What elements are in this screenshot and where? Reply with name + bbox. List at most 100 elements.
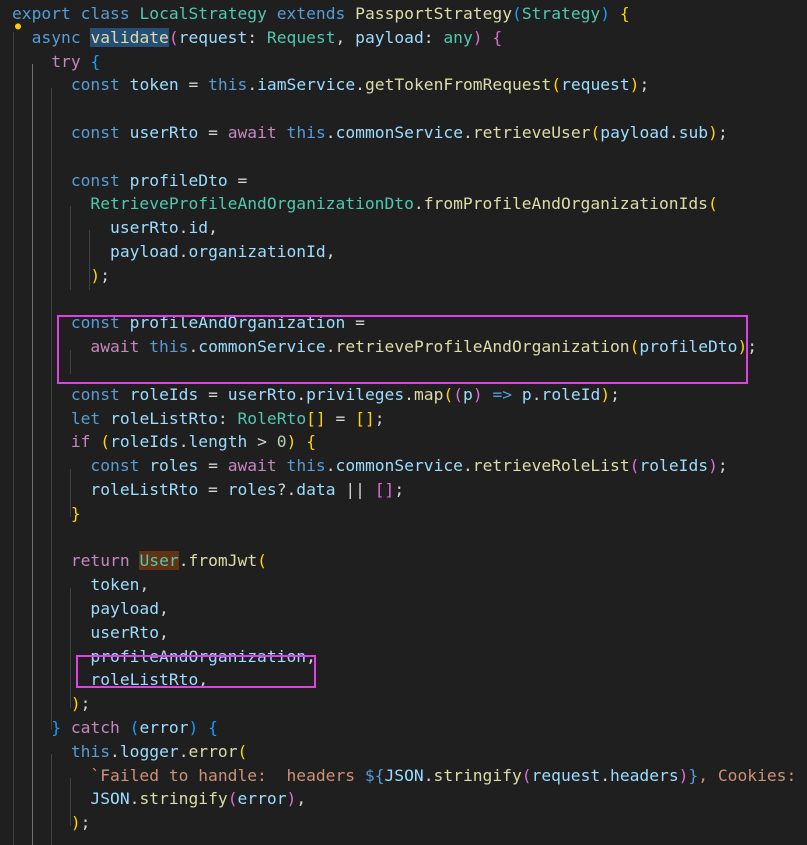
code-token: class (80, 4, 130, 23)
code-line[interactable]: const roles = await this.commonService.r… (12, 454, 727, 478)
code-line[interactable]: let roleListRto: RoleRto[] = []; (12, 407, 385, 431)
code-token: roleListRto (110, 408, 218, 428)
code-token: ) (678, 765, 689, 785)
code-line[interactable]: userRto, (12, 621, 169, 645)
code-token: . (325, 456, 336, 476)
code-token: ( (521, 765, 532, 785)
code-token: stringify (433, 765, 522, 785)
code-line[interactable]: const token = this.iamService.getTokenFr… (12, 73, 649, 97)
code-token: this (286, 123, 326, 142)
code-token: validate (90, 27, 169, 47)
code-line[interactable]: async validate(request: Request, payload… (12, 26, 502, 50)
code-line[interactable]: payload.organizationId, (12, 240, 335, 264)
code-token: length (188, 432, 248, 452)
code-token: . (296, 384, 307, 404)
code-line[interactable]: } catch (error) { (12, 716, 218, 740)
code-line[interactable]: JSON.stringify(error), (12, 787, 306, 811)
code-line[interactable]: token, (12, 573, 149, 597)
code-token: roleId (541, 384, 601, 404)
code-token: ${ (364, 765, 385, 785)
code-token: ( (237, 741, 248, 761)
code-token: ( (129, 718, 140, 737)
code-token: roleIds (110, 432, 179, 452)
code-line[interactable]: ); (12, 811, 91, 835)
code-token: payload (90, 599, 160, 618)
code-token: token (129, 75, 179, 95)
code-line[interactable]: const profileDto = (12, 169, 247, 193)
code-line[interactable]: const profileAndOrganization = (12, 311, 365, 335)
code-line[interactable]: export class LocalStrategy extends Passp… (12, 2, 630, 26)
code-token: [] (355, 408, 375, 428)
code-token: > (247, 432, 277, 452)
code-token: getTokenFromRequest (364, 75, 552, 95)
code-token: await (90, 337, 140, 357)
code-line[interactable]: const roleIds = userRto.privileges.map((… (12, 383, 620, 407)
code-line[interactable]: RetrieveProfileAndOrganizationDto.fromPr… (12, 192, 717, 216)
code-token: error (237, 789, 287, 809)
code-line[interactable]: try { (12, 50, 100, 74)
code-token: ) (70, 694, 81, 714)
code-line[interactable]: ); (12, 264, 110, 288)
code-token: ( (629, 456, 640, 476)
code-token: commonService (198, 337, 326, 357)
code-token: roles (227, 480, 277, 499)
code-token: extends (276, 4, 346, 23)
code-token: const (70, 123, 120, 142)
code-token: commonService (335, 456, 463, 476)
code-token: . (462, 456, 473, 476)
code-editor[interactable]: ● export class LocalStrategy extends Pas… (0, 0, 807, 845)
code-token: p (463, 384, 473, 404)
code-token: . (531, 384, 542, 404)
code-token: { (306, 432, 316, 452)
code-line[interactable]: payload, (12, 597, 168, 621)
code-token: LocalStrategy (139, 4, 267, 23)
code-token: stringify (139, 789, 228, 809)
code-token: : (423, 27, 444, 47)
code-line[interactable]: `Failed to handle: headers ${JSON.string… (12, 764, 807, 788)
code-line[interactable]: if (roleIds.length > 0) { (12, 430, 316, 454)
code-line[interactable]: roleListRto = roles?.data || []; (12, 478, 404, 502)
code-line[interactable]: userRto.id, (12, 216, 218, 240)
code-line[interactable]: await this.commonService.retrieveProfile… (12, 335, 757, 359)
code-token: . (178, 432, 189, 452)
code-line[interactable]: this.logger.error( (12, 740, 248, 764)
code-token: ) (188, 718, 199, 737)
code-token: ; (747, 337, 758, 357)
code-token: retrieveUser (472, 123, 591, 142)
code-line[interactable]: roleListRto, (12, 668, 208, 692)
code-token: : (247, 27, 267, 47)
code-line[interactable]: ); (12, 692, 91, 716)
code-token: profileDto (129, 170, 228, 190)
code-token: = (178, 75, 209, 95)
code-token: . (600, 765, 611, 785)
code-token: fromProfileAndOrganizationIds (423, 194, 708, 214)
code-token: => (492, 384, 513, 404)
code-token: . (325, 123, 336, 142)
code-token: . (178, 741, 189, 761)
code-line[interactable]: const userRto = await this.commonService… (12, 121, 728, 145)
code-token: User (139, 551, 179, 571)
code-line[interactable]: return User.fromJwt( (12, 549, 267, 573)
code-line[interactable]: profileAndOrganization, (12, 645, 315, 669)
code-token: ) (737, 337, 748, 357)
code-token: ; (374, 408, 385, 428)
code-line[interactable]: } (12, 502, 81, 526)
code-token: , (159, 622, 169, 642)
code-token: roleListRto (90, 480, 199, 499)
code-token: fromJwt (188, 551, 258, 571)
code-token: = (198, 456, 228, 476)
